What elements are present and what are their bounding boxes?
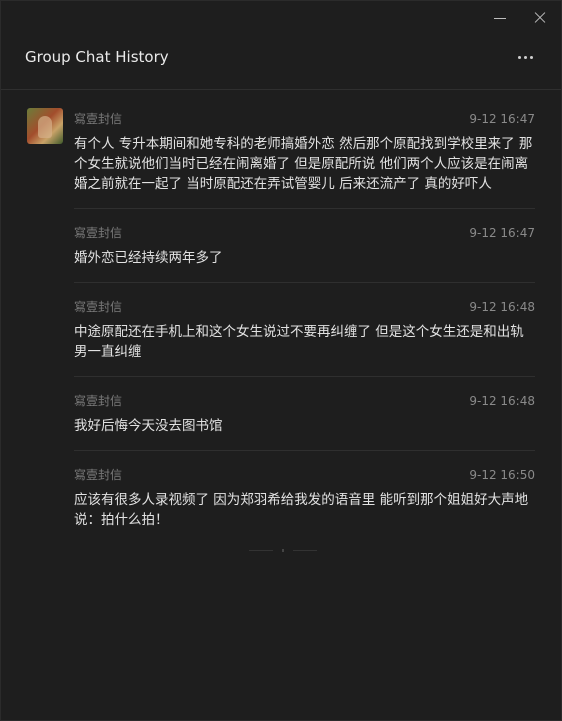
message-item: 寫壹封信 9-12 16:50 应该有很多人录视频了 因为郑羽希给我发的语音里 … bbox=[1, 451, 561, 544]
sender-name: 寫壹封信 bbox=[74, 394, 123, 408]
message-time: 9-12 16:47 bbox=[469, 226, 535, 240]
avatar[interactable] bbox=[27, 108, 63, 144]
sender-name: 寫壹封信 bbox=[74, 112, 123, 126]
message-text: 婚外恋已经持续两年多了 bbox=[74, 250, 223, 266]
sender-name: 寫壹封信 bbox=[74, 468, 123, 482]
message-time: 9-12 16:48 bbox=[469, 300, 535, 314]
header: Group Chat History bbox=[1, 41, 561, 73]
close-icon[interactable] bbox=[533, 11, 547, 25]
message-text: 有个人 专升本期间和她专科的老师搞婚外恋 然后那个原配找到学校里来了 那个女生就… bbox=[74, 136, 533, 192]
message-item: 寫壹封信 9-12 16:47 婚外恋已经持续两年多了 bbox=[1, 209, 561, 282]
message-time: 9-12 16:47 bbox=[469, 112, 535, 126]
message-time: 9-12 16:50 bbox=[469, 468, 535, 482]
message-item: 寫壹封信 9-12 16:48 中途原配还在手机上和这个女生说过不要再纠缠了 但… bbox=[1, 283, 561, 376]
chat-history-window: Group Chat History 寫壹封信 9-12 16:47 有个人 专… bbox=[0, 0, 562, 721]
sender-name: 寫壹封信 bbox=[74, 226, 123, 240]
message-text: 我好后悔今天没去图书馆 bbox=[74, 418, 223, 434]
message-text: 中途原配还在手机上和这个女生说过不要再纠缠了 但是这个女生还是和出轨男一直纠缠 bbox=[74, 324, 524, 360]
sender-name: 寫壹封信 bbox=[74, 300, 123, 314]
message-time: 9-12 16:48 bbox=[469, 394, 535, 408]
header-divider bbox=[1, 89, 561, 90]
page-title: Group Chat History bbox=[25, 48, 169, 66]
end-of-list-indicator bbox=[249, 549, 317, 553]
window-controls bbox=[493, 7, 547, 29]
message-item: 寫壹封信 9-12 16:48 我好后悔今天没去图书馆 bbox=[1, 377, 561, 450]
message-list: 寫壹封信 9-12 16:47 有个人 专升本期间和她专科的老师搞婚外恋 然后那… bbox=[1, 105, 561, 544]
minimize-icon[interactable] bbox=[493, 11, 507, 25]
message-item: 寫壹封信 9-12 16:47 有个人 专升本期间和她专科的老师搞婚外恋 然后那… bbox=[1, 105, 561, 208]
message-text: 应该有很多人录视频了 因为郑羽希给我发的语音里 能听到那个姐姐好大声地说：拍什么… bbox=[74, 492, 529, 528]
more-options-icon[interactable] bbox=[514, 52, 537, 63]
